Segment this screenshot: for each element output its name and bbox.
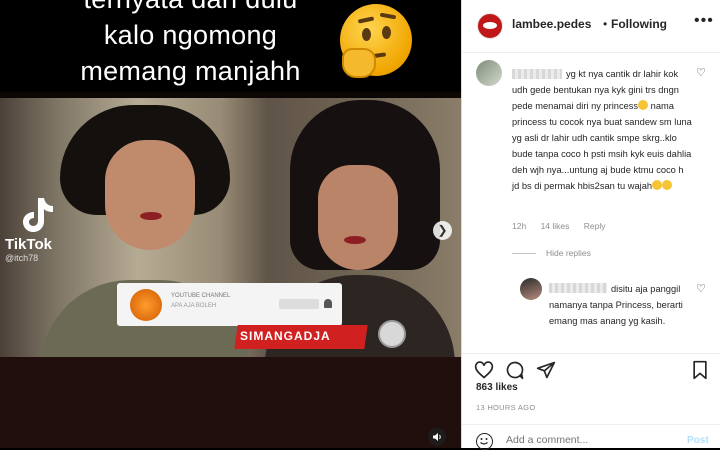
- popup-channel-text: YOUTUBE CHANNEL: [171, 293, 231, 299]
- header-separator: •: [603, 17, 608, 31]
- channel-watermark-icon: [378, 320, 406, 348]
- share-icon[interactable]: [536, 360, 556, 380]
- tiktok-logo-icon: [23, 198, 53, 232]
- youtube-channel-popup: YOUTUBE CHANNEL APA AJA BOLEH: [117, 283, 342, 326]
- popup-sub-text: APA AJA BOLEH: [171, 303, 217, 309]
- emoji-picker-icon[interactable]: [476, 433, 493, 450]
- instagram-post-modal: ternyata dari dulu kalo ngomong memang m…: [0, 0, 720, 450]
- tiktok-label: TikTok: [5, 236, 52, 253]
- thinking-face-icon: [340, 4, 412, 78]
- comments-list[interactable]: yg kt nya cantik dr lahir kok udh gede b…: [462, 53, 720, 353]
- comment-likes[interactable]: 14 likes: [541, 221, 570, 231]
- tiktok-username: @itch78: [5, 253, 39, 263]
- comment-age: 12h: [512, 221, 527, 231]
- laughing-emoji-icon: [638, 100, 649, 110]
- like-comment-icon[interactable]: ♡: [696, 66, 706, 79]
- next-media-button[interactable]: ❯: [433, 221, 452, 240]
- post-comment-button[interactable]: Post: [687, 435, 709, 446]
- reply-button[interactable]: Reply: [584, 221, 606, 231]
- post-timestamp[interactable]: 13 HOURS AGO: [476, 403, 535, 412]
- add-comment-input[interactable]: [506, 434, 656, 446]
- add-comment-row: Post: [462, 424, 720, 450]
- post-media[interactable]: ternyata dari dulu kalo ngomong memang m…: [0, 0, 461, 448]
- grinning-emoji-icon: [662, 180, 673, 190]
- mute-toggle-button[interactable]: [428, 428, 446, 446]
- grinning-emoji-icon: [652, 180, 663, 190]
- video-caption: ternyata dari dulu kalo ngomong memang m…: [0, 0, 461, 92]
- reply-body: disitu aja panggil namanya tanpa Princes…: [549, 281, 699, 329]
- comment-body: yg kt nya cantik dr lahir kok udh gede b…: [512, 66, 692, 194]
- speaker-icon: [433, 433, 441, 441]
- comment-text-cont: nama princess tu cocok nya buat sandew s…: [512, 101, 692, 191]
- post-likes-count[interactable]: 863 likes: [476, 382, 518, 393]
- post-actions: 863 likes 13 HOURS AGO Post: [462, 353, 720, 450]
- video-letterbox: [0, 357, 461, 448]
- comment-meta: 12h 14 likes Reply: [512, 221, 618, 231]
- author-avatar[interactable]: [477, 13, 503, 39]
- tv-banner-text: SIMANGADJA: [240, 329, 331, 343]
- hide-replies-button[interactable]: Hide replies: [546, 248, 591, 258]
- author-username-link[interactable]: lambee.pedes: [512, 17, 591, 31]
- subscribe-button: [279, 299, 319, 309]
- bookmark-icon[interactable]: [690, 360, 710, 380]
- following-button[interactable]: Following: [611, 17, 667, 31]
- commenter-avatar[interactable]: [476, 60, 502, 86]
- reply-avatar[interactable]: [520, 278, 542, 300]
- channel-logo-icon: [130, 289, 162, 321]
- like-reply-icon[interactable]: ♡: [696, 282, 706, 295]
- bell-icon: [324, 299, 332, 308]
- smiley-icon: [480, 438, 488, 445]
- reply-text: disitu aja panggil namanya tanpa Princes…: [549, 284, 683, 326]
- post-header: lambee.pedes • Following •••: [462, 0, 720, 53]
- lips-logo-icon: [483, 22, 497, 29]
- more-options-button[interactable]: •••: [694, 12, 714, 30]
- comment-icon[interactable]: [505, 360, 525, 380]
- replies-divider: [512, 253, 536, 254]
- heart-icon[interactable]: [474, 360, 494, 380]
- post-side-panel: lambee.pedes • Following ••• yg kt nya c…: [461, 0, 720, 450]
